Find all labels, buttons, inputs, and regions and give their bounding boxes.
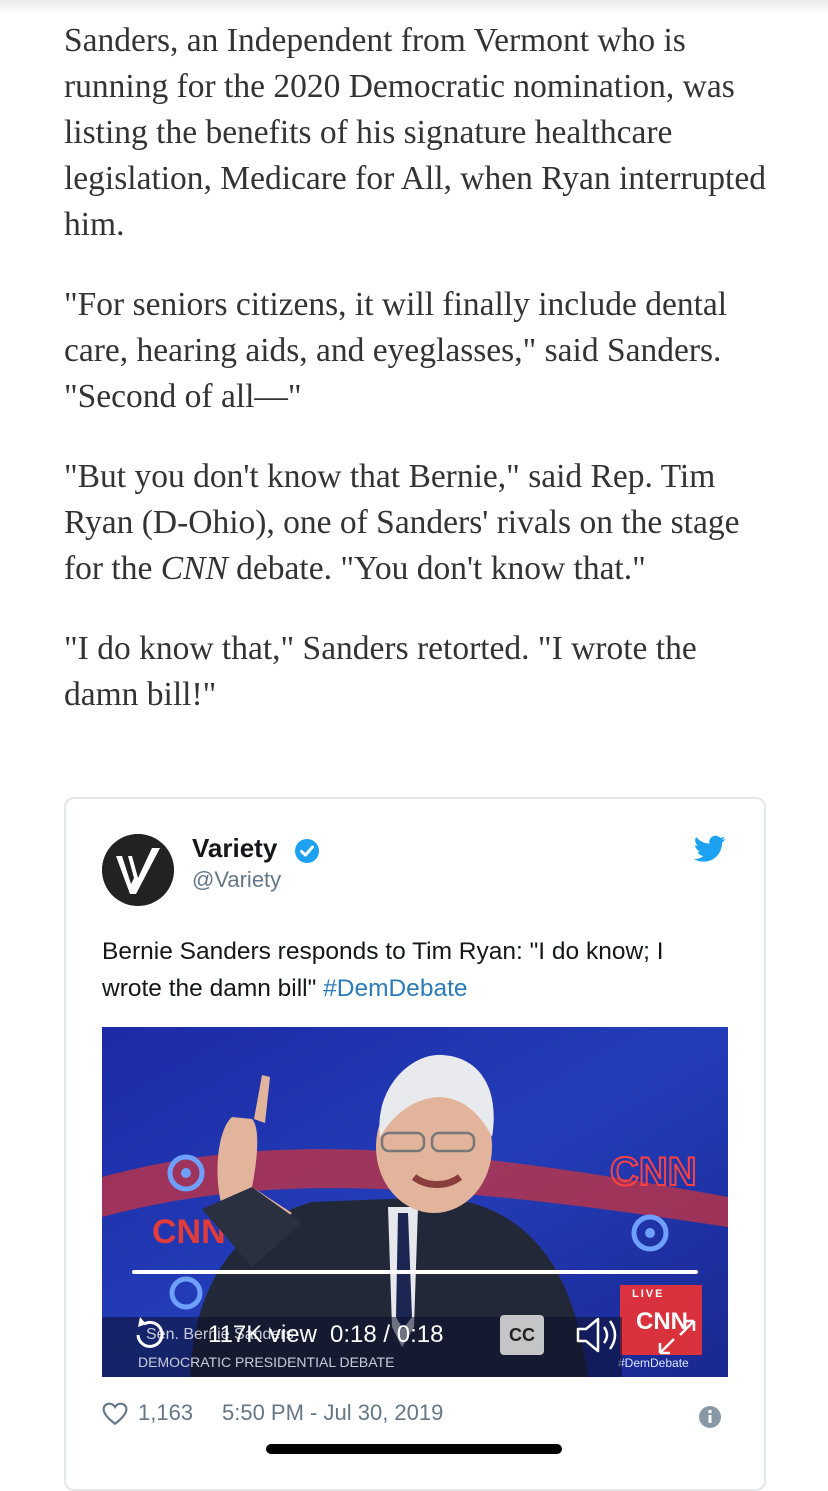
verified-badge-icon [295, 839, 319, 863]
heart-icon[interactable] [102, 1402, 128, 1426]
video-player[interactable]: CNN CNN LIVE CNN #DemDebate Sen. Bernie … [102, 1027, 728, 1377]
hashtag-link[interactable]: #DemDebate [323, 975, 467, 1002]
fullscreen-icon[interactable] [656, 1317, 698, 1357]
like-count[interactable]: 1,163 [138, 1400, 193, 1426]
tweet-footer: 1,163 5:50 PM - Jul 30, 2019 [102, 1400, 728, 1430]
tweet-text: Bernie Sanders responds to Tim Ryan: "I … [102, 933, 702, 1007]
avatar[interactable] [102, 834, 174, 906]
cnn-backdrop-right: CNN [610, 1150, 697, 1194]
article-paragraph-1: Sanders, an Independent from Vermont who… [64, 22, 766, 243]
home-indicator[interactable] [266, 1444, 562, 1454]
cc-label: CC [509, 1325, 535, 1345]
variety-logo-icon [102, 834, 174, 906]
author-name[interactable]: Variety [192, 833, 277, 864]
author-handle[interactable]: @Variety [192, 867, 281, 893]
live-badge: LIVE [632, 1288, 664, 1300]
lower-third-title: DEMOCRATIC PRESIDENTIAL DEBATE [138, 1354, 394, 1370]
article-paragraph-3: "But you don't know that Bernie," said R… [64, 454, 776, 592]
twitter-bird-icon[interactable] [694, 835, 726, 863]
view-count: 117K view [208, 1321, 317, 1348]
video-progress-fill [132, 1270, 698, 1274]
replay-icon[interactable] [128, 1313, 172, 1357]
article-body: Sanders, an Independent from Vermont who… [64, 18, 776, 752]
article-paragraph-4: "I do know that," Sanders retorted. "I w… [64, 630, 697, 713]
embedded-tweet[interactable]: Variety @Variety Bernie Sanders responds… [64, 797, 766, 1491]
paragraph-3-text-end: debate. "You don't know that." [227, 550, 646, 587]
tweet-timestamp[interactable]: 5:50 PM - Jul 30, 2019 [222, 1400, 443, 1426]
cc-button[interactable]: CC [500, 1315, 544, 1355]
top-shadow [0, 0, 828, 14]
hashtag-bug: #DemDebate [618, 1356, 689, 1370]
video-progress-track[interactable] [132, 1270, 698, 1274]
article-paragraph-2: "For seniors citizens, it will finally i… [64, 286, 728, 415]
volume-icon[interactable] [574, 1315, 626, 1355]
info-icon[interactable] [698, 1405, 722, 1429]
video-time: 0:18 / 0:18 [330, 1321, 444, 1348]
cnn-italic-text: CNN [160, 550, 228, 587]
